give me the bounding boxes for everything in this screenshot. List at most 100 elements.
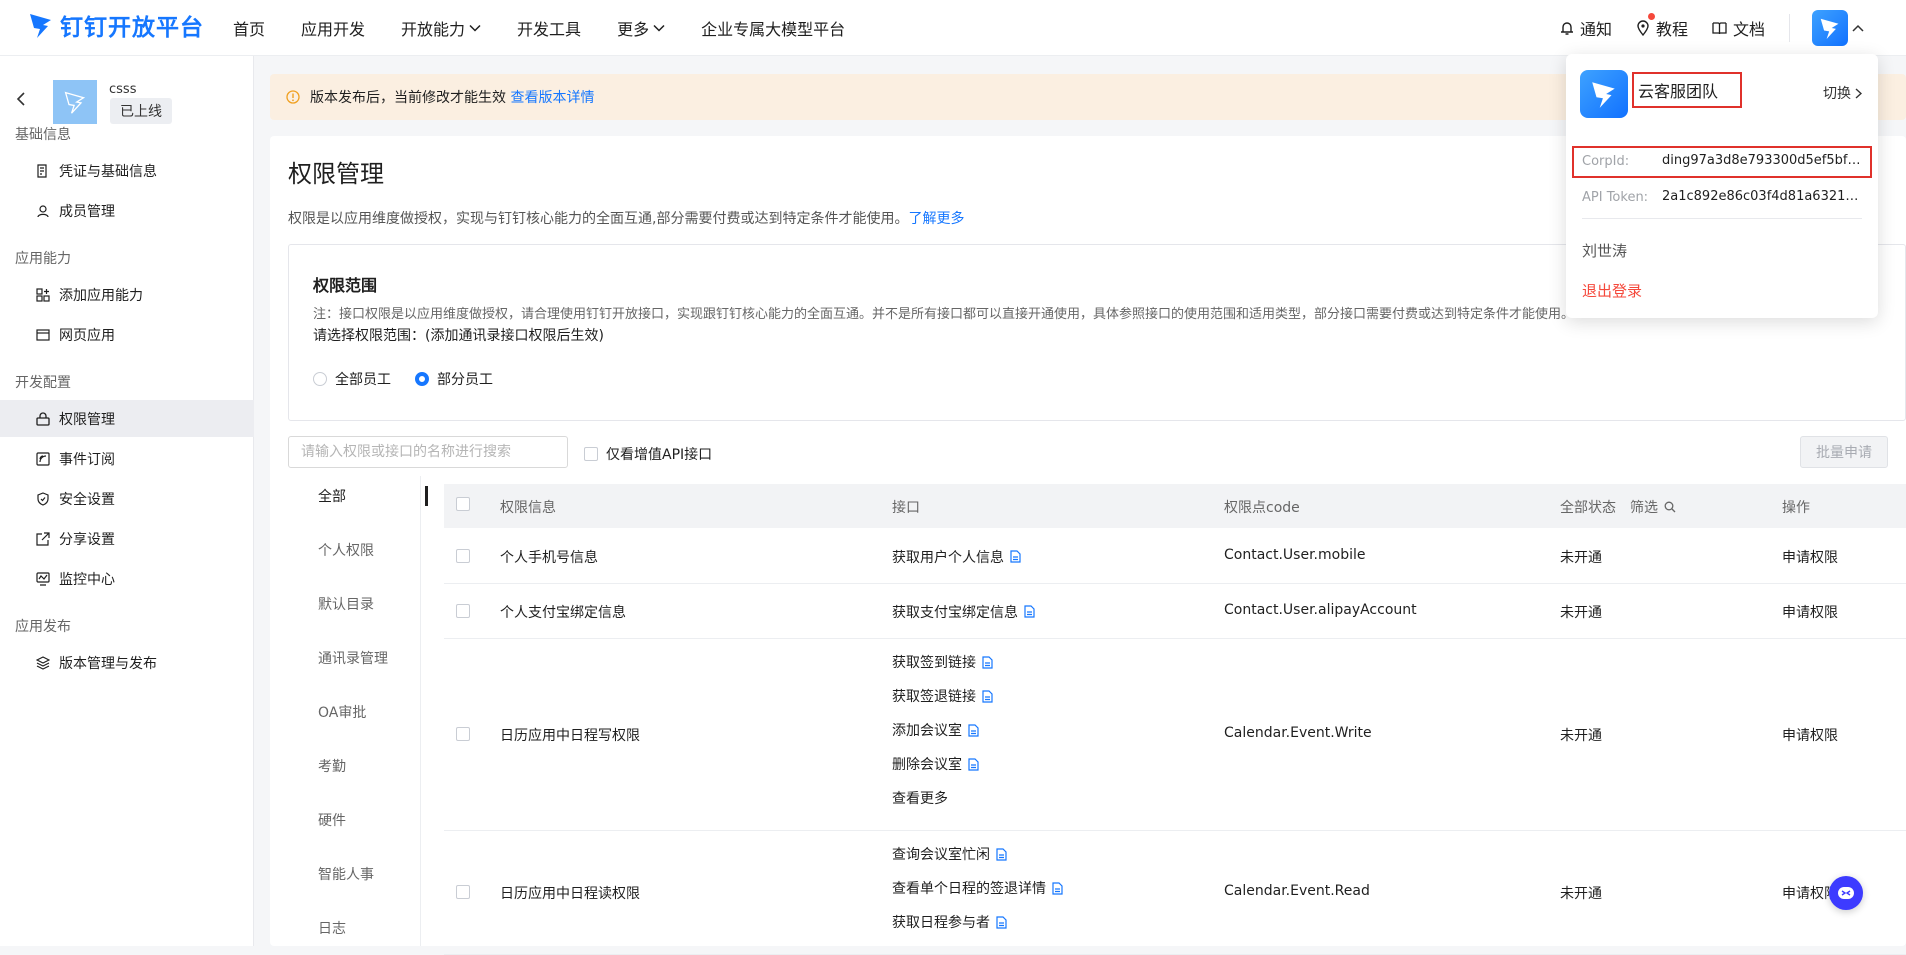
category-item-5[interactable]: 考勤 (270, 746, 422, 786)
side-group-title: 基础信息 (15, 127, 71, 143)
category-item-3[interactable]: 通讯录管理 (270, 638, 422, 678)
view-more-link[interactable]: 查看更多 (892, 788, 948, 808)
learn-more-link[interactable]: 了解更多 (908, 211, 964, 227)
search-icon[interactable] (1664, 501, 1676, 513)
doc-icon[interactable] (1052, 881, 1063, 895)
shield-icon (37, 491, 49, 506)
sidebar-item-label: 网页应用 (59, 327, 115, 344)
notify-link[interactable]: 通知 (1560, 16, 1612, 40)
only-paid-api-toggle[interactable]: 仅看增值API接口 (584, 444, 712, 464)
apply-permission-link[interactable]: 申请权限 (1782, 547, 1838, 567)
nav-item-2[interactable]: 开放能力 (401, 16, 481, 40)
radio-label: 部分员工 (437, 372, 493, 388)
api-token-value[interactable]: 2a1c892e86c03f4d81a632102a... (1662, 189, 1862, 204)
header-info: 权限信息 (500, 500, 556, 516)
doc-icon[interactable] (996, 915, 1007, 929)
assistant-float-button[interactable] (1829, 876, 1863, 910)
doc-icon[interactable] (996, 847, 1007, 861)
batch-apply-button[interactable]: 批量申请 (1800, 436, 1888, 468)
brand-logo[interactable]: 钉钉开放平台 (28, 8, 204, 42)
category-item-8[interactable]: 日志 (270, 908, 422, 948)
header-api: 接口 (892, 500, 920, 516)
chevron-down-icon (653, 24, 665, 32)
radio-circle[interactable] (415, 372, 429, 386)
apply-permission-link[interactable]: 申请权限 (1782, 725, 1838, 745)
doc-icon[interactable] (968, 757, 979, 771)
doc-icon[interactable] (1010, 550, 1021, 563)
top-right-tools: 通知 教程 文档 (1560, 0, 1906, 56)
dingtalk-logo-icon (1820, 18, 1839, 39)
org-avatar-button[interactable] (1812, 10, 1864, 46)
select-all-checkbox[interactable] (456, 497, 470, 511)
category-item-6[interactable]: 硬件 (270, 800, 422, 840)
side-group-title: 应用发布 (15, 619, 71, 635)
sidebar-item-2-1[interactable]: 事件订阅 (0, 440, 254, 477)
header-code: 权限点code (1224, 500, 1300, 516)
tutorial-link[interactable]: 教程 (1636, 13, 1688, 40)
page-title: 权限管理 (288, 160, 384, 188)
category-divider (420, 476, 421, 946)
doc-icon[interactable] (1024, 605, 1035, 618)
category-item-7[interactable]: 智能人事 (270, 854, 422, 894)
org-avatar (1812, 10, 1848, 46)
table-row: 日历应用中日程读权限 查询会议室忙闲 查看单个日程的签退详情 获取日程参与者 Calen… (444, 830, 1906, 955)
sidebar-item-2-3[interactable]: 分享设置 (0, 520, 254, 557)
nav-item-label: 开发工具 (517, 20, 582, 39)
sidebar-item-0-0[interactable]: 凭证与基础信息 (0, 152, 254, 189)
api-name: 添加会议室 (892, 723, 962, 739)
sidebar-item-3-0[interactable]: 版本管理与发布 (0, 644, 254, 681)
banner-text: 版本发布后，当前修改才能生效 查看版本详情 (310, 87, 594, 107)
doc-icon[interactable] (982, 689, 993, 703)
sidebar-item-label: 监控中心 (59, 571, 115, 588)
nav-item-3[interactable]: 开发工具 (517, 16, 581, 40)
doc-icon[interactable] (982, 655, 993, 669)
nav-item-5[interactable]: 企业专属大模型平台 (701, 16, 845, 40)
doc-icon[interactable] (968, 723, 979, 737)
app-header: csss 已上线 (0, 68, 254, 128)
back-arrow-icon[interactable] (16, 92, 26, 106)
top-nav: 钉钉开放平台 首页 应用开发 开放能力 开发工具 更多 企业专属大模型平台 通知 教程 文… (0, 0, 1906, 56)
row-checkbox[interactable] (456, 885, 470, 899)
scope-radio-0[interactable]: 全部员工 (313, 369, 391, 389)
category-item-2[interactable]: 默认目录 (270, 584, 422, 624)
sidebar-item-1-0[interactable]: 添加应用能力 (0, 276, 254, 313)
switch-org-button[interactable]: 切换 (1823, 83, 1862, 103)
sidebar-item-2-2[interactable]: 安全设置 (0, 480, 254, 517)
logout-button[interactable]: 退出登录 (1582, 280, 1642, 301)
nav-item-0[interactable]: 首页 (233, 16, 265, 40)
select-all-wrapper (456, 497, 470, 511)
category-item-0[interactable]: 全部 (270, 476, 428, 516)
status-filter-button[interactable]: 筛选 (1630, 497, 1658, 517)
nav-item-label: 开放能力 (401, 20, 466, 39)
row-checkbox[interactable] (456, 603, 470, 618)
scope-title: 权限范围 (313, 276, 378, 295)
scope-radio-1[interactable]: 部分员工 (415, 369, 493, 389)
api-token-label: API Token: (1582, 190, 1649, 205)
category-item-4[interactable]: OA审批 (270, 692, 422, 732)
version-detail-link[interactable]: 查看版本详情 (510, 90, 594, 106)
sidebar-item-0-1[interactable]: 成员管理 (0, 192, 254, 229)
sidebar-item-2-4[interactable]: 监控中心 (0, 560, 254, 597)
apply-permission-link[interactable]: 申请权限 (1782, 602, 1838, 622)
corpid-value[interactable]: ding97a3d8e793300d5ef5bf40... (1662, 153, 1862, 168)
category-item-1[interactable]: 个人权限 (270, 530, 422, 570)
row-checkbox[interactable] (456, 548, 470, 563)
sidebar-item-1-1[interactable]: 网页应用 (0, 316, 254, 353)
docs-link[interactable]: 文档 (1712, 16, 1765, 40)
side-group-title: 开发配置 (15, 375, 71, 391)
row-checkbox[interactable] (456, 727, 470, 741)
monitor-icon (36, 571, 50, 586)
only-paid-checkbox[interactable] (584, 447, 598, 461)
nav-item-4[interactable]: 更多 (617, 16, 665, 40)
nav-item-1[interactable]: 应用开发 (301, 16, 365, 40)
permission-status: 未开通 (1560, 549, 1602, 566)
sidebar-item-2-0[interactable]: 权限管理 (0, 400, 254, 437)
brand-name: 钉钉开放平台 (60, 15, 204, 41)
permission-search-input[interactable] (288, 436, 568, 468)
dingtalk-logo-icon (30, 14, 51, 38)
member-icon (37, 204, 49, 217)
sidebar-item-label: 分享设置 (59, 531, 115, 548)
nav-item-label: 更多 (617, 20, 650, 39)
permission-code: Contact.User.mobile (1224, 546, 1366, 563)
radio-circle[interactable] (313, 372, 327, 386)
